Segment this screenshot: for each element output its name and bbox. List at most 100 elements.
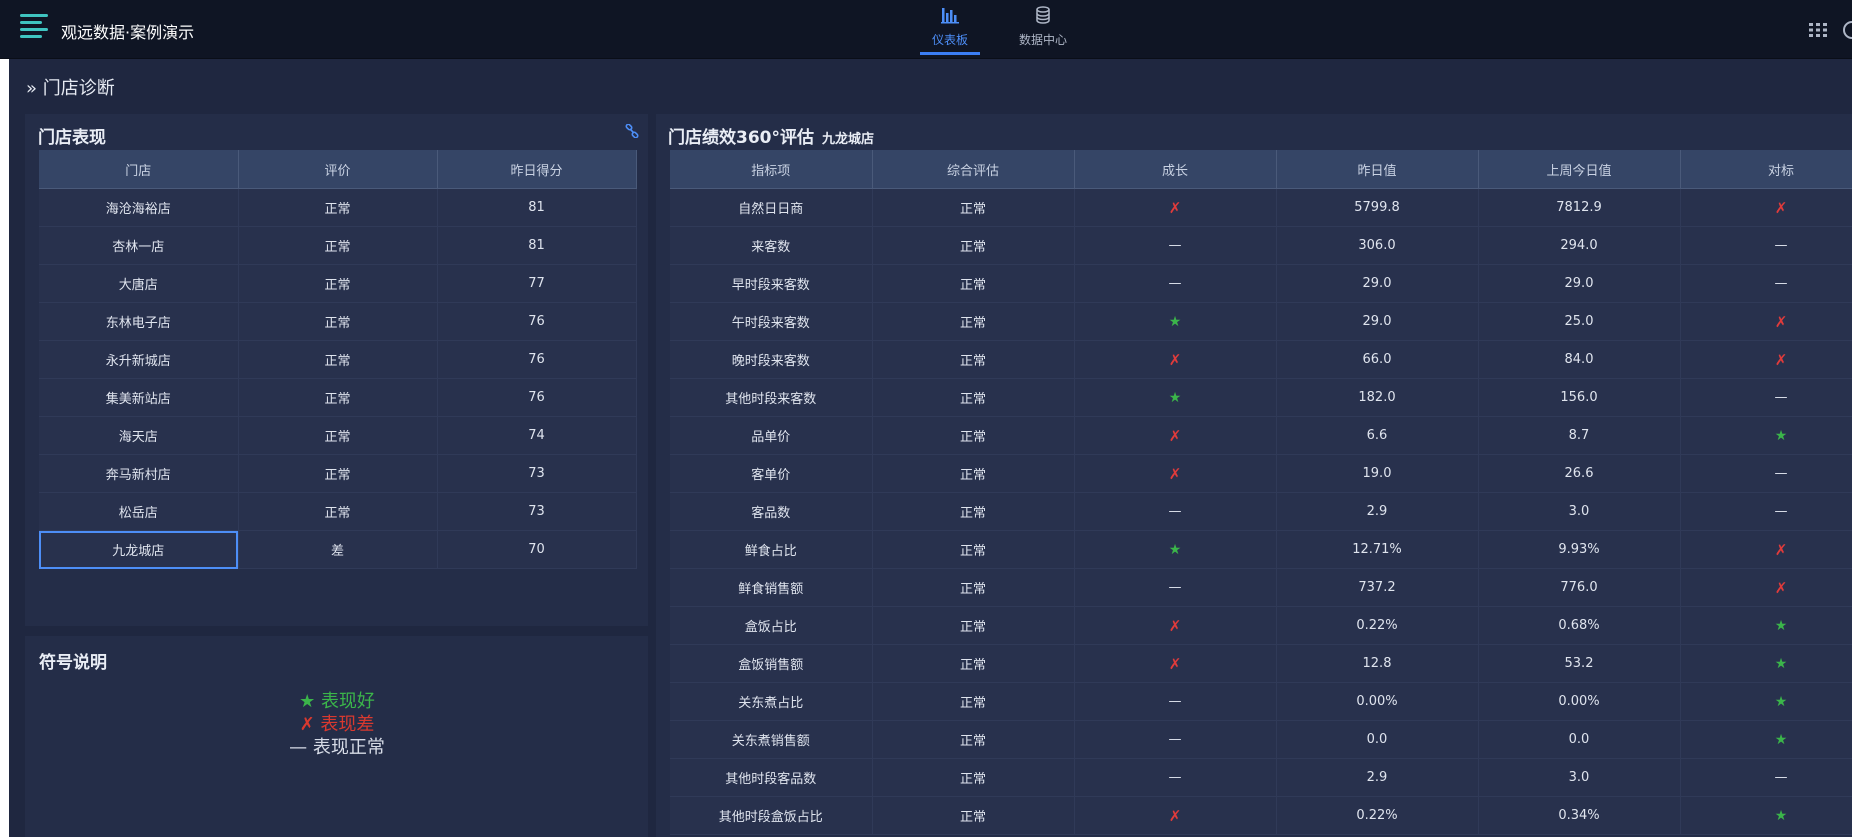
table-row[interactable]: 其他时段盒饭占比 正常 ✗ 0.22% 0.34% ★ bbox=[670, 796, 1852, 835]
benchmark-cell: — bbox=[1680, 492, 1852, 531]
score-cell[interactable]: 70 bbox=[437, 530, 637, 569]
table-row[interactable]: 鲜食占比 正常 ★ 12.71% 9.93% ✗ bbox=[670, 530, 1852, 569]
yesterday-cell: 5799.8 bbox=[1276, 188, 1479, 227]
column-header[interactable]: 成长 bbox=[1074, 150, 1277, 189]
table-row[interactable]: 奔马新村店 正常 73 bbox=[39, 454, 637, 493]
table-row[interactable]: 盒饭销售额 正常 ✗ 12.8 53.2 ★ bbox=[670, 644, 1852, 683]
store-name-cell[interactable]: 松岳店 bbox=[39, 492, 239, 531]
table-row[interactable]: 杏林一店 正常 81 bbox=[39, 226, 637, 265]
store-name-cell[interactable]: 海天店 bbox=[39, 416, 239, 455]
benchmark-cell: ✗ bbox=[1680, 530, 1852, 569]
metric-cell: 关东煮占比 bbox=[670, 682, 873, 721]
column-header[interactable]: 上周今日值 bbox=[1478, 150, 1681, 189]
store-name-cell[interactable]: 集美新站店 bbox=[39, 378, 239, 417]
table-row[interactable]: 其他时段来客数 正常 ★ 182.0 156.0 — bbox=[670, 378, 1852, 417]
rating-cell[interactable]: 正常 bbox=[238, 340, 438, 379]
table-row[interactable]: 晚时段来客数 正常 ✗ 66.0 84.0 ✗ bbox=[670, 340, 1852, 379]
table-row[interactable]: 其他时段客品数 正常 — 2.9 3.0 — bbox=[670, 758, 1852, 797]
evaluation-panel-title: 门店绩效360°评估 九龙城店 bbox=[668, 123, 874, 148]
rating-cell[interactable]: 正常 bbox=[238, 264, 438, 303]
benchmark-cell: ✗ bbox=[1680, 340, 1852, 379]
column-header[interactable]: 昨日值 bbox=[1276, 150, 1479, 189]
table-row[interactable]: 客品数 正常 — 2.9 3.0 — bbox=[670, 492, 1852, 531]
rating-cell[interactable]: 正常 bbox=[238, 302, 438, 341]
yesterday-cell: 29.0 bbox=[1276, 302, 1479, 341]
rating-cell[interactable]: 正常 bbox=[238, 454, 438, 493]
score-cell[interactable]: 74 bbox=[437, 416, 637, 455]
table-row[interactable]: 来客数 正常 — 306.0 294.0 — bbox=[670, 226, 1852, 265]
score-cell[interactable]: 76 bbox=[437, 340, 637, 379]
benchmark-cell: ✗ bbox=[1680, 188, 1852, 227]
table-row[interactable]: 九龙城店差 70 bbox=[39, 530, 637, 569]
apps-grid-icon[interactable] bbox=[1809, 22, 1827, 41]
overall-cell: 正常 bbox=[872, 188, 1075, 227]
growth-cell: — bbox=[1074, 568, 1277, 607]
rating-cell[interactable]: 正常 bbox=[238, 416, 438, 455]
score-cell[interactable]: 76 bbox=[437, 378, 637, 417]
table-row[interactable]: 鲜食销售额 正常 — 737.2 776.0 ✗ bbox=[670, 568, 1852, 607]
table-row[interactable]: 海沧海裕店 正常 81 bbox=[39, 188, 637, 227]
column-header[interactable]: 综合评估 bbox=[872, 150, 1075, 189]
rating-cell[interactable]: 差 bbox=[238, 530, 438, 569]
cross-icon: ✗ bbox=[1168, 806, 1182, 825]
table-row[interactable]: 关东煮销售额 正常 — 0.0 0.0 ★ bbox=[670, 720, 1852, 759]
table-row[interactable]: 关东煮占比 正常 — 0.00% 0.00% ★ bbox=[670, 682, 1852, 721]
rating-cell[interactable]: 正常 bbox=[238, 492, 438, 531]
store-name-cell[interactable]: 奔马新村店 bbox=[39, 454, 239, 493]
table-row[interactable]: 客单价 正常 ✗ 19.0 26.6 — bbox=[670, 454, 1852, 493]
overall-cell: 正常 bbox=[872, 378, 1075, 417]
growth-cell: — bbox=[1074, 264, 1277, 303]
dash-icon: — bbox=[1168, 238, 1182, 253]
table-row[interactable]: 盒饭占比 正常 ✗ 0.22% 0.68% ★ bbox=[670, 606, 1852, 645]
nav-tab-dashboard[interactable]: 仪表板 bbox=[915, 6, 985, 55]
column-header[interactable]: 评价 bbox=[238, 150, 438, 189]
overall-cell: 正常 bbox=[872, 644, 1075, 683]
score-cell[interactable]: 81 bbox=[437, 188, 637, 227]
store-name-cell[interactable]: 杏林一店 bbox=[39, 226, 239, 265]
growth-cell: ✗ bbox=[1074, 454, 1277, 493]
table-row[interactable]: 自然日日商 正常 ✗ 5799.8 7812.9 ✗ bbox=[670, 188, 1852, 227]
store-name-cell[interactable]: 永升新城店 bbox=[39, 340, 239, 379]
column-header[interactable]: 昨日得分 bbox=[437, 150, 637, 189]
metric-cell: 鲜食占比 bbox=[670, 530, 873, 569]
store-name-cell[interactable]: 九龙城店 bbox=[39, 530, 239, 569]
score-cell[interactable]: 73 bbox=[437, 454, 637, 493]
benchmark-cell: ★ bbox=[1680, 416, 1852, 455]
table-row[interactable]: 永升新城店 正常 76 bbox=[39, 340, 637, 379]
star-icon: ★ bbox=[1774, 807, 1788, 824]
growth-cell: ✗ bbox=[1074, 606, 1277, 645]
table-row[interactable]: 大唐店 正常 77 bbox=[39, 264, 637, 303]
rating-cell[interactable]: 正常 bbox=[238, 378, 438, 417]
legend-item-good: ★ 表现好 bbox=[232, 690, 442, 713]
last-week-cell: 84.0 bbox=[1478, 340, 1681, 379]
store-name-cell[interactable]: 东林电子店 bbox=[39, 302, 239, 341]
score-cell[interactable]: 81 bbox=[437, 226, 637, 265]
table-row[interactable]: 海天店 正常 74 bbox=[39, 416, 637, 455]
store-name-cell[interactable]: 大唐店 bbox=[39, 264, 239, 303]
column-header[interactable]: 指标项 bbox=[670, 150, 873, 189]
score-cell[interactable]: 77 bbox=[437, 264, 637, 303]
menu-logo-icon[interactable] bbox=[20, 14, 50, 44]
link-icon[interactable] bbox=[625, 123, 639, 142]
cross-icon: ✗ bbox=[1774, 578, 1788, 597]
column-header[interactable]: 门店 bbox=[39, 150, 239, 189]
score-cell[interactable]: 73 bbox=[437, 492, 637, 531]
yesterday-cell: 12.8 bbox=[1276, 644, 1479, 683]
user-avatar-icon[interactable] bbox=[1843, 21, 1852, 39]
overall-cell: 正常 bbox=[872, 226, 1075, 265]
table-row[interactable]: 松岳店 正常 73 bbox=[39, 492, 637, 531]
dash-icon: — bbox=[1168, 694, 1182, 709]
rating-cell[interactable]: 正常 bbox=[238, 226, 438, 265]
rating-cell[interactable]: 正常 bbox=[238, 188, 438, 227]
metric-cell: 客品数 bbox=[670, 492, 873, 531]
table-row[interactable]: 早时段来客数 正常 — 29.0 29.0 — bbox=[670, 264, 1852, 303]
nav-tab-data-center[interactable]: 数据中心 bbox=[1008, 6, 1078, 48]
table-row[interactable]: 集美新站店 正常 76 bbox=[39, 378, 637, 417]
store-name-cell[interactable]: 海沧海裕店 bbox=[39, 188, 239, 227]
column-header[interactable]: 对标 bbox=[1680, 150, 1852, 189]
overall-cell: 正常 bbox=[872, 340, 1075, 379]
table-row[interactable]: 午时段来客数 正常 ★ 29.0 25.0 ✗ bbox=[670, 302, 1852, 341]
score-cell[interactable]: 76 bbox=[437, 302, 637, 341]
table-row[interactable]: 品单价 正常 ✗ 6.6 8.7 ★ bbox=[670, 416, 1852, 455]
table-row[interactable]: 东林电子店 正常 76 bbox=[39, 302, 637, 341]
